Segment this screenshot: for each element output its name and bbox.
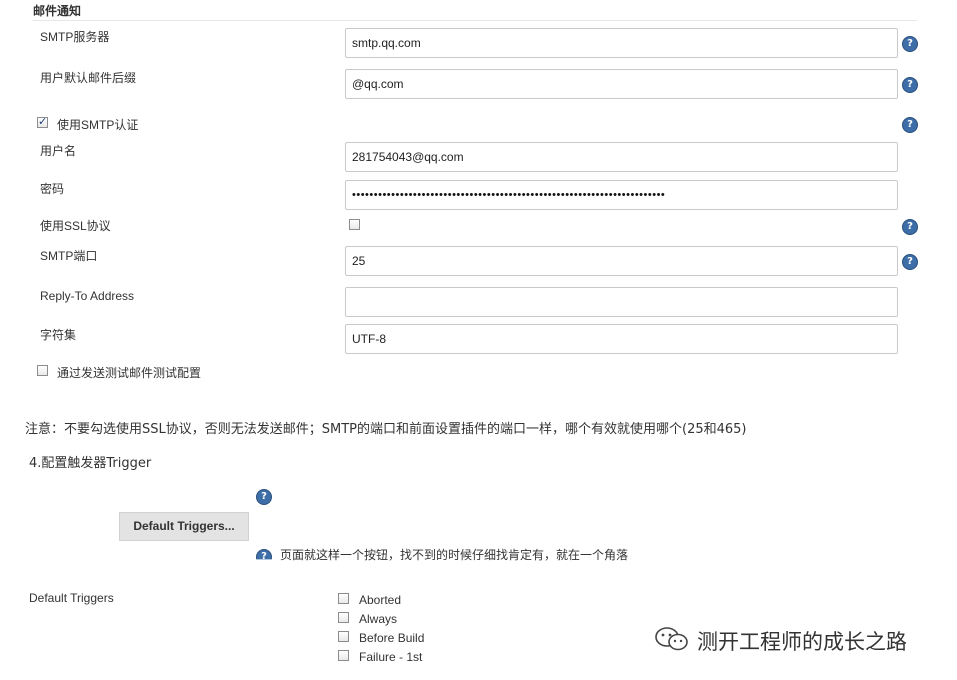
trigger-aborted-label: Aborted [359,593,402,607]
trigger-always-checkbox[interactable] [338,612,349,623]
section-divider [33,20,917,21]
triggers-help-icon[interactable]: ? [256,489,272,505]
trigger-before-build-checkbox[interactable] [338,631,349,642]
password-input[interactable]: ••••••••••••••••••••••••••••••••••••••••… [345,180,898,210]
trigger-failure-1st-label: Failure - 1st [359,650,423,664]
username-input[interactable]: 281754043@qq.com [345,142,898,172]
section-title: 邮件通知 [33,4,82,18]
watermark-text: 测开工程师的成长之路 [697,630,907,654]
smtp-port-label: SMTP端口 [40,249,98,263]
trigger-failure-1st-checkbox[interactable] [338,650,349,661]
default-suffix-label: 用户默认邮件后缀 [40,71,137,85]
ssl-help-icon[interactable]: ? [902,219,918,235]
smtp-auth-label: 使用SMTP认证 [57,118,139,132]
trigger-before-build-label: Before Build [359,631,425,645]
ssl-checkbox[interactable] [349,219,360,230]
button-hint-note: 页面就这样一个按钮，找不到的时候仔细找肯定有，就在一个角落 [280,548,629,562]
username-label: 用户名 [40,144,77,158]
reply-to-input[interactable] [345,287,898,317]
smtp-server-label: SMTP服务器 [40,30,110,44]
ssl-warning-note: 注意：不要勾选使用SSL协议，否则无法发送邮件；SMTP的端口和前面设置插件的端… [25,422,747,437]
trigger-aborted-checkbox[interactable] [338,593,349,604]
ssl-label: 使用SSL协议 [40,219,111,233]
smtp-auth-help-icon[interactable]: ? [902,117,918,133]
wechat-logo-icon [655,627,688,651]
smtp-server-help-icon[interactable]: ? [902,36,918,52]
step-heading: 4.配置触发器Trigger [29,456,152,471]
password-label: 密码 [40,182,65,196]
smtp-auth-checkbox[interactable] [37,115,48,128]
default-triggers-label: Default Triggers [29,591,114,605]
charset-input[interactable]: UTF-8 [345,324,898,354]
trigger-always-label: Always [359,612,398,626]
test-config-checkbox[interactable] [37,365,48,376]
partial-help-icon[interactable]: ? [256,549,272,560]
test-config-label: 通过发送测试邮件测试配置 [57,366,202,380]
charset-label: 字符集 [40,328,77,342]
default-suffix-input[interactable]: @qq.com [345,69,898,99]
default-suffix-help-icon[interactable]: ? [902,77,918,93]
reply-to-label: Reply-To Address [40,289,135,303]
default-triggers-button[interactable]: Default Triggers... [119,512,249,541]
smtp-port-input[interactable]: 25 [345,246,898,276]
smtp-port-help-icon[interactable]: ? [902,254,918,270]
smtp-server-input[interactable]: smtp.qq.com [345,28,898,58]
